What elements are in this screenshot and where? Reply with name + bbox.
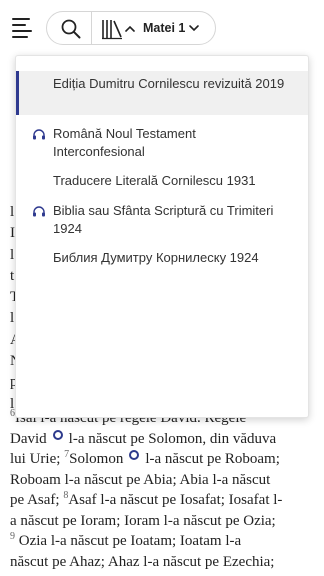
version-item-traducere-literala-1931[interactable]: Traducere Literală Cornilescu 1931 [16, 172, 308, 190]
divider [91, 12, 92, 44]
verse-number: 9 [10, 531, 15, 542]
verse-line: Roboam l-a născut pe Abia; Abia l-a născ… [10, 471, 271, 488]
verse-text: Asaf l-a născut pe Iosafat; Iosafat l- [68, 492, 283, 508]
search-icon[interactable] [61, 19, 81, 39]
version-item-dumitru-cornilescu-2019[interactable]: Ediția Dumitru Cornilescu revizuită 2019 [16, 71, 308, 115]
version-label: Română Noul Testament Interconfesional [53, 126, 196, 159]
verse-text: Solomon [69, 451, 124, 467]
top-bar: Matei 1 [0, 0, 324, 56]
verse-line: 9 Ozia l-a născut pe Ioatam; Ioatam l-a [10, 531, 282, 552]
verse-text: lui Urie; [10, 451, 61, 467]
verse-text: pe Asaf; [10, 492, 60, 508]
version-item-biblia-russian-1924[interactable]: Библия Думитру Корнилеску 1924 [16, 249, 308, 267]
chevron-up-icon [125, 25, 135, 32]
version-item-romana-interconfesional[interactable]: Română Noul Testament Interconfesional [16, 125, 308, 161]
verse-line: născut pe Ahaz; Ahaz l-a născut pe Ezech… [10, 553, 275, 570]
version-dropdown: Ediția Dumitru Cornilescu revizuită 2019… [15, 55, 309, 418]
cross-reference-icon[interactable] [129, 450, 140, 460]
book-chapter-selector[interactable]: Matei 1 [143, 12, 200, 44]
verse-text: Ozia l-a născut pe Ioatam; Ioatam l-a [18, 533, 242, 549]
version-label: Библия Думитру Корнилеску 1924 [53, 250, 259, 265]
cross-reference-icon[interactable] [52, 429, 63, 440]
version-label: Biblia sau Sfânta Scriptură cu Trimiteri… [53, 203, 274, 236]
headphones-icon [33, 206, 45, 217]
hamburger-menu-icon[interactable] [12, 17, 36, 39]
verse-line: pe Asaf; 8Asaf l-a născut pe Iosafat; Io… [10, 490, 282, 511]
library-books-icon[interactable] [101, 18, 137, 40]
version-label: Ediția Dumitru Cornilescu revizuită 2019 [53, 76, 285, 91]
book-chapter-label: Matei 1 [143, 21, 186, 35]
verse-line: lui Urie; 7Solomon l-a născut pe Roboam; [10, 449, 282, 470]
header-controls: Matei 1 [46, 11, 216, 45]
verse-line: a născut pe Ioram; Ioram l-a născut pe O… [10, 512, 276, 529]
verse-text: l-a născut pe Solomon, din văduva [68, 430, 277, 447]
version-label: Traducere Literală Cornilescu 1931 [53, 173, 256, 188]
verse-text: David [10, 430, 47, 447]
chevron-down-icon [189, 25, 200, 32]
headphones-icon [33, 129, 45, 140]
verse-line: David l-a născut pe Solomon, din văduva [10, 429, 282, 450]
verse-text: l-a născut pe Roboam; [145, 451, 280, 467]
version-item-biblia-trimiteri-1924[interactable]: Biblia sau Sfânta Scriptură cu Trimiteri… [16, 202, 308, 238]
